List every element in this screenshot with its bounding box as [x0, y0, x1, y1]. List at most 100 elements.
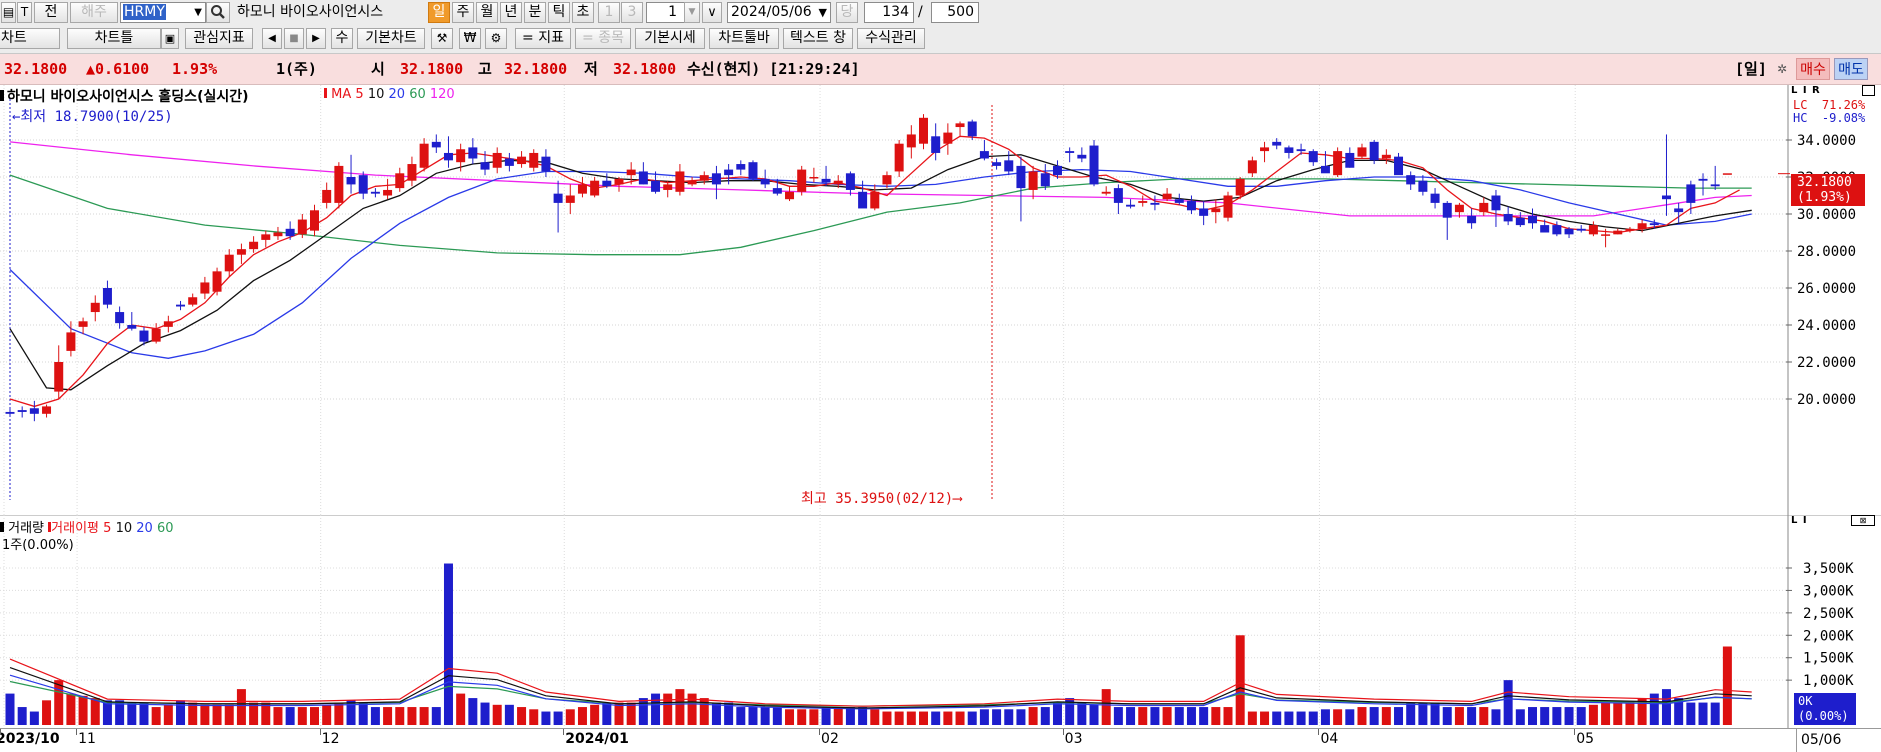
sell-button[interactable]: 매도	[1834, 58, 1868, 80]
search-icon[interactable]	[206, 2, 230, 23]
chart-toolbar-button[interactable]: 차트툴바	[709, 28, 779, 49]
candle-body	[334, 165, 344, 203]
candle-body	[1564, 228, 1574, 235]
buy-button[interactable]: 매수	[1796, 58, 1830, 80]
period-button-6[interactable]: 초	[572, 2, 594, 23]
volume-bar	[1296, 711, 1306, 725]
candle-body	[845, 173, 855, 190]
volume-bar	[1369, 707, 1379, 725]
period-button-0[interactable]: 일	[428, 2, 450, 23]
spin-down-icon[interactable]: ▼	[684, 2, 700, 23]
candle-body	[456, 149, 466, 163]
haeju-button[interactable]: 해주	[70, 2, 118, 23]
scroll-right-icon[interactable]: ▶	[306, 28, 326, 49]
period-button-3[interactable]: 년	[500, 2, 522, 23]
basic-quote-button[interactable]: 기본시세	[635, 28, 705, 49]
period-button-4[interactable]: 분	[524, 2, 546, 23]
candle-body	[1089, 145, 1099, 185]
volume-bar	[1101, 689, 1111, 725]
settings-gear-icon[interactable]: ✲	[1772, 58, 1792, 80]
period-button-1[interactable]: 주	[452, 2, 474, 23]
price-panel-title: 하모니 바이오사이언시스 홀딩스(실시간)	[0, 86, 249, 106]
volume-bar	[626, 702, 636, 725]
candle-body	[1540, 225, 1550, 233]
volume-bar	[54, 680, 64, 725]
candle-body	[1479, 202, 1489, 213]
candle-body	[1028, 171, 1038, 190]
save-icon[interactable]: ▣	[161, 28, 179, 49]
chevron-down-icon[interactable]: ∨	[702, 2, 722, 23]
volume-bar	[1381, 707, 1391, 725]
maximize-icon[interactable]	[1862, 85, 1875, 96]
candle-body	[1674, 208, 1684, 213]
interest-indicator-button[interactable]: 관심지표	[185, 28, 253, 49]
symbol-code-input[interactable]: HRMY ▼	[120, 2, 206, 23]
text-tool-icon[interactable]: T	[17, 2, 32, 23]
candle-body	[894, 143, 904, 172]
period-button-5[interactable]: 틱	[548, 2, 570, 23]
symbol-code-text: HRMY	[123, 4, 166, 20]
chart-frame-button[interactable]: 차트틀	[67, 28, 161, 49]
candle-body	[1272, 141, 1282, 146]
candle-body	[1113, 188, 1123, 203]
jeon-button[interactable]: 전	[34, 2, 68, 23]
volume-bar	[1247, 711, 1257, 725]
ma10-legend: 10	[367, 87, 385, 102]
candle-body	[1722, 173, 1732, 175]
volume-bar	[736, 707, 746, 725]
chart-menu-button[interactable]: 차트	[0, 28, 60, 49]
price-chart-svg[interactable]: 34.000032.000030.000028.000026.000024.00…	[0, 85, 1881, 515]
scroll-left-icon[interactable]: ◀	[262, 28, 282, 49]
lr-toggle[interactable]: L I R	[1791, 85, 1821, 96]
dropdown-arrow-icon[interactable]: ▼	[194, 3, 202, 22]
candle-body	[1186, 201, 1196, 211]
basic-chart-button[interactable]: 기본차트	[357, 28, 425, 49]
x-axis-label: 02	[819, 729, 839, 747]
interval-3-button[interactable]: 3	[621, 2, 643, 23]
candle-body	[687, 180, 697, 185]
volume-bar	[919, 711, 928, 725]
candle-body	[224, 254, 234, 272]
volume-bar	[711, 702, 721, 725]
main-toolbar: ▤ T 전 해주 HRMY ▼ 하모니 바이오사이언시스 일주월년분틱초 1 3…	[0, 0, 1881, 27]
dang-button[interactable]: 당	[836, 2, 858, 23]
su-button[interactable]: 수	[331, 28, 353, 49]
volume-bar	[224, 704, 234, 725]
candle-body	[1467, 215, 1477, 224]
text-window-button[interactable]: 텍스트 창	[783, 28, 853, 49]
volume-bar	[200, 704, 210, 725]
count-input[interactable]: 134	[864, 2, 914, 23]
list-icon[interactable]: ▤	[1, 2, 16, 23]
stock-item-button[interactable]: = 종목	[575, 28, 631, 49]
volume-chart-svg[interactable]: 3,500K 3,000K 2,500K 2,000K 1,500K 1,000K	[0, 515, 1881, 728]
wrench-icon[interactable]: ⚙	[485, 28, 507, 49]
price-chart-panel[interactable]: 34.000032.000030.000028.000026.000024.00…	[0, 85, 1881, 515]
stop-icon[interactable]: ■	[284, 28, 304, 49]
volume-chart-panel[interactable]: 3,500K 3,000K 2,500K 2,000K 1,500K 1,000K 거래량…	[0, 515, 1881, 728]
candle-body	[1454, 204, 1464, 213]
current-price-marker-value: 32.1800	[1797, 175, 1852, 190]
candle-body	[736, 164, 746, 170]
candle-body	[431, 141, 441, 148]
period-button-2[interactable]: 월	[476, 2, 498, 23]
ma-legend-marker-icon	[324, 88, 327, 98]
volume-lr-toggle[interactable]: L I	[1791, 515, 1808, 526]
date-input[interactable]: 2024/05/06 ▼	[727, 2, 831, 23]
candle-body	[626, 169, 636, 176]
formula-management-button[interactable]: 수식관리	[857, 28, 925, 49]
ma5-legend: 5	[355, 87, 364, 102]
candle-body	[29, 408, 39, 414]
currency-icon[interactable]: ₩	[459, 28, 481, 49]
interval-1-button[interactable]: 1	[598, 2, 620, 23]
volume-bar	[1089, 704, 1099, 725]
candle-body	[748, 162, 758, 179]
ma60-line	[9, 174, 1752, 256]
x-axis-tick	[319, 729, 321, 735]
total-input[interactable]: 500	[931, 2, 979, 23]
x-axis-label-text: 2024/01	[565, 731, 629, 747]
volume-bar	[1625, 702, 1635, 725]
calendar-dropdown-icon[interactable]: ▼	[819, 3, 827, 22]
tool-icon[interactable]: ⚒	[431, 28, 453, 49]
volume-close-icon[interactable]: ⊠	[1851, 515, 1875, 526]
indicator-button[interactable]: = 지표	[515, 28, 571, 49]
